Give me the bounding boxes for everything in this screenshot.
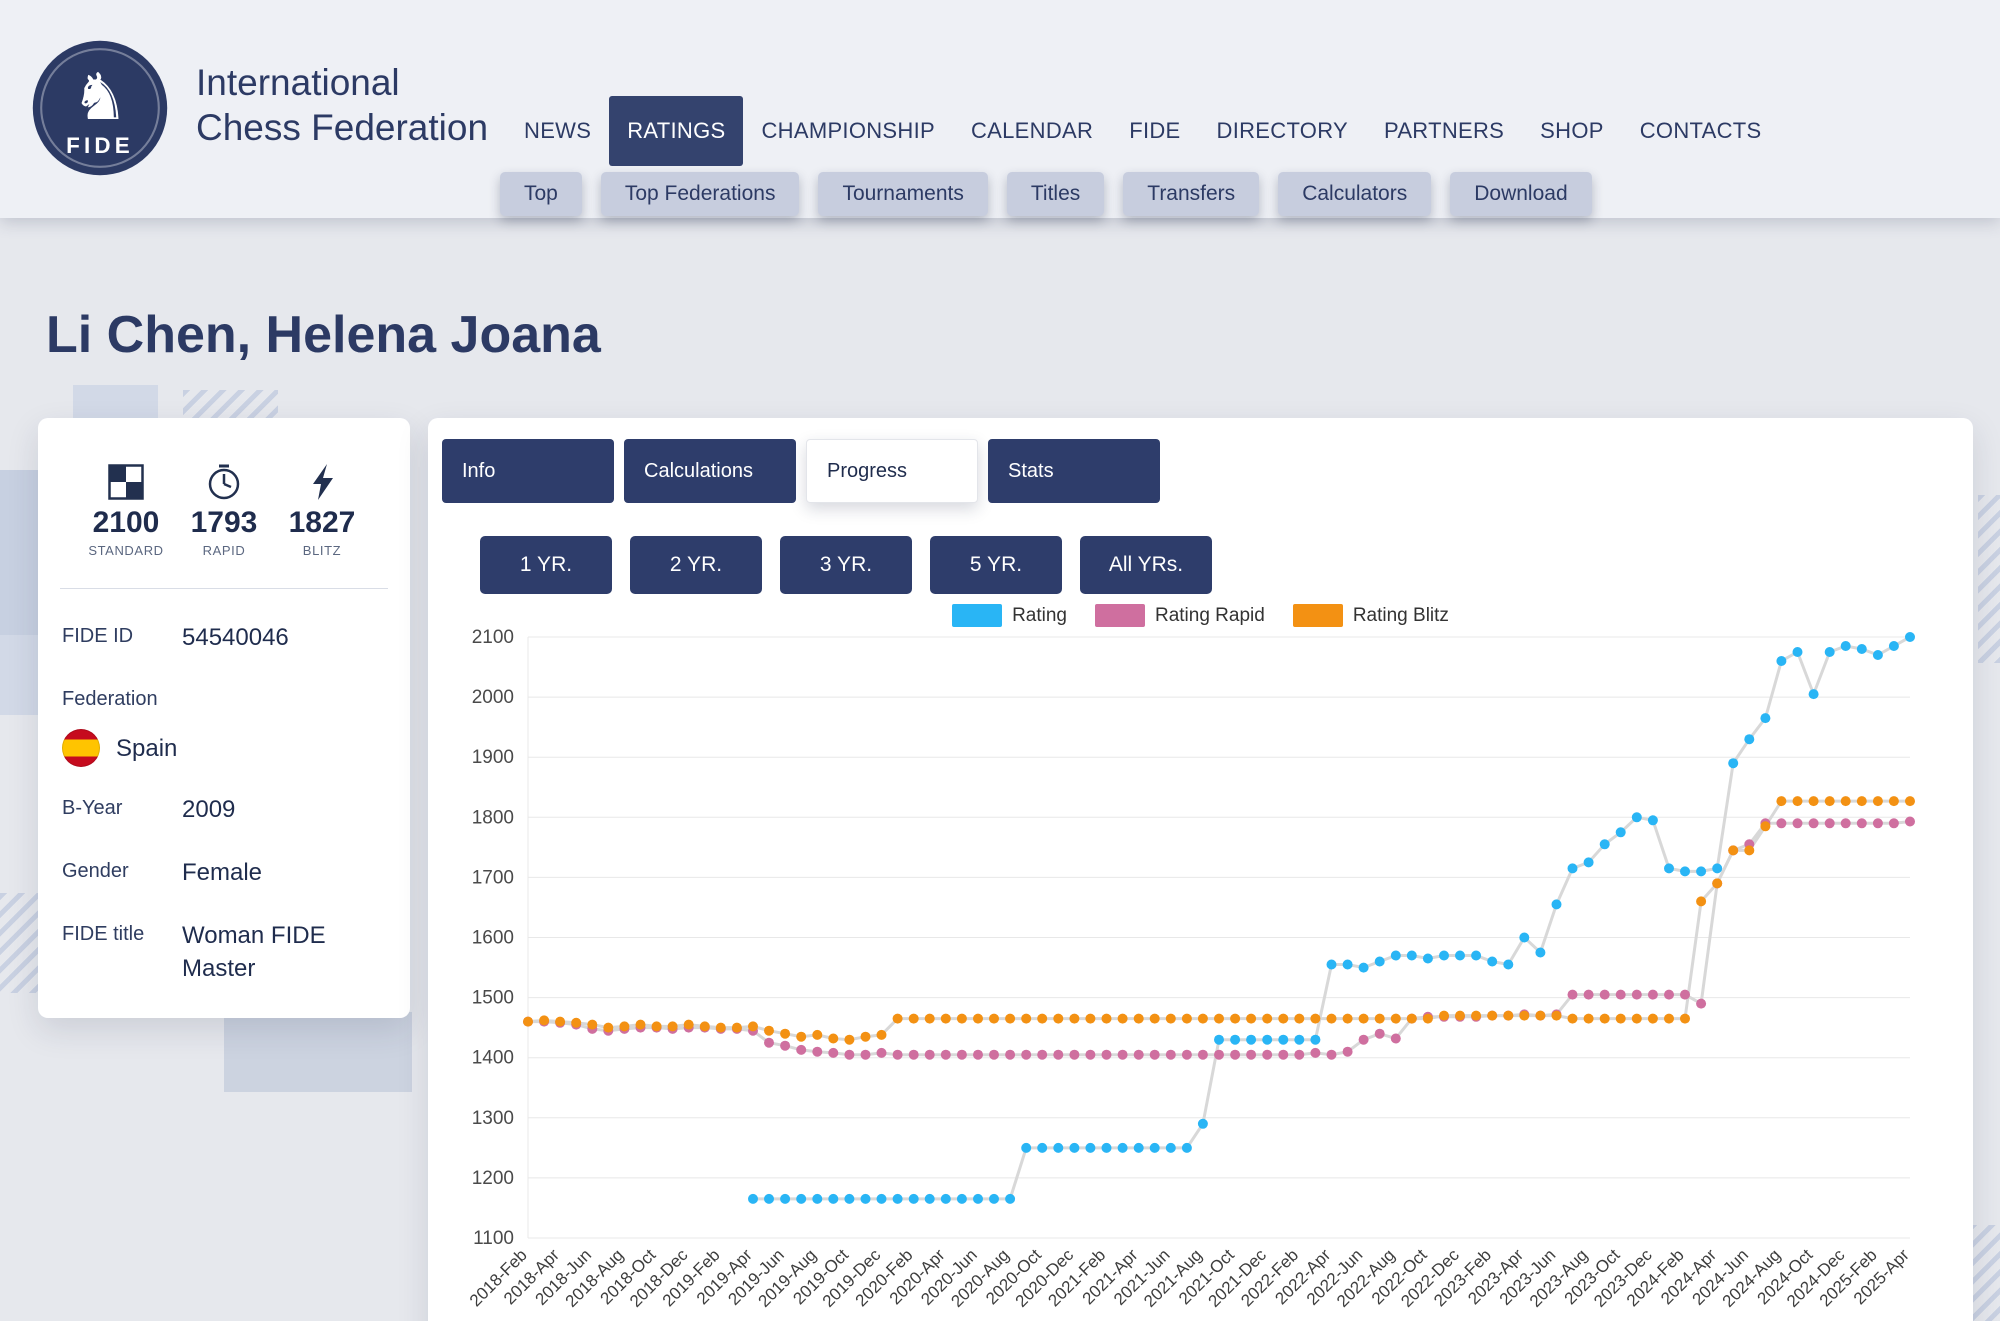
svg-text:2000: 2000 <box>472 687 514 708</box>
svg-text:1300: 1300 <box>472 1108 514 1129</box>
ratings-summary: 2100 STANDARD 1793 RAPID 1827 B <box>38 418 410 558</box>
rating-progress-chart: 1100 1200 1300 1400 1500 1600 1700 1800 1900 2000… <box>438 613 1938 1321</box>
chart-range-buttons: 1 YR. 2 YR. 3 YR. 5 YR. All YRs. <box>480 536 1212 594</box>
subnav-tournaments[interactable]: Tournaments <box>818 172 987 216</box>
blitz-rating-label: BLITZ <box>276 543 368 558</box>
nav-item-shop[interactable]: SHOP <box>1522 96 1622 166</box>
gender-value: Female <box>182 856 262 889</box>
rating-blitz: 1827 BLITZ <box>276 462 368 558</box>
nav-item-contacts[interactable]: CONTACTS <box>1622 96 1780 166</box>
subnav-calculators[interactable]: Calculators <box>1278 172 1431 216</box>
subnav-top-federations[interactable]: Top Federations <box>601 172 800 216</box>
brand-name: International Chess Federation <box>196 60 488 150</box>
fide-title-label: FIDE title <box>62 919 182 985</box>
blitz-rating-value: 1827 <box>276 506 368 540</box>
field-fide-title: FIDE title Woman FIDE Master <box>62 919 386 985</box>
range-2yr-button[interactable]: 2 YR. <box>630 536 762 594</box>
field-fide-id: FIDE ID 54540046 <box>62 621 386 654</box>
knight-icon: ♞ <box>71 61 129 133</box>
nav-item-ratings[interactable]: RATINGS <box>609 96 743 166</box>
subnav-transfers[interactable]: Transfers <box>1123 172 1259 216</box>
rapid-rating-label: RAPID <box>178 543 270 558</box>
tab-calculations[interactable]: Calculations <box>624 439 796 503</box>
decor-square <box>224 1012 412 1092</box>
nav-item-fide[interactable]: FIDE <box>1111 96 1198 166</box>
fide-id-value: 54540046 <box>182 621 289 654</box>
subnav-titles[interactable]: Titles <box>1007 172 1104 216</box>
player-profile-card: 2100 STANDARD 1793 RAPID 1827 B <box>38 418 410 1018</box>
rating-rapid: 1793 RAPID <box>178 462 270 558</box>
page-title: Li Chen, Helena Joana <box>46 305 601 365</box>
tab-info[interactable]: Info <box>442 439 614 503</box>
field-gender: Gender Female <box>62 856 386 889</box>
federation-label: Federation <box>62 684 182 711</box>
nav-item-news[interactable]: NEWS <box>506 96 609 166</box>
gender-label: Gender <box>62 856 182 889</box>
chessboard-icon <box>80 462 172 502</box>
standard-rating-label: STANDARD <box>80 543 172 558</box>
subnav-top[interactable]: Top <box>500 172 582 216</box>
field-byear: B-Year 2009 <box>62 793 386 826</box>
field-federation: Federation Spain <box>62 684 386 767</box>
svg-text:1600: 1600 <box>472 928 514 949</box>
clock-icon <box>178 462 270 502</box>
standard-rating-value: 2100 <box>80 506 172 540</box>
federation-value: Spain <box>116 732 177 765</box>
lightning-icon <box>276 462 368 502</box>
subnav-download[interactable]: Download <box>1450 172 1591 216</box>
range-3yr-button[interactable]: 3 YR. <box>780 536 912 594</box>
spain-flag-icon <box>62 729 100 767</box>
range-1yr-button[interactable]: 1 YR. <box>480 536 612 594</box>
brand-line2: Chess Federation <box>196 105 488 150</box>
tab-stats[interactable]: Stats <box>988 439 1160 503</box>
nav-item-directory[interactable]: DIRECTORY <box>1199 96 1366 166</box>
decor-stripes <box>1978 495 2000 663</box>
fide-id-label: FIDE ID <box>62 621 182 654</box>
svg-text:1500: 1500 <box>472 988 514 1009</box>
rating-standard: 2100 STANDARD <box>80 462 172 558</box>
svg-text:1800: 1800 <box>472 807 514 828</box>
rapid-rating-value: 1793 <box>178 506 270 540</box>
ratings-subnav: Top Top Federations Tournaments Titles T… <box>500 172 1592 216</box>
range-allyrs-button[interactable]: All YRs. <box>1080 536 1212 594</box>
byear-value: 2009 <box>182 793 235 826</box>
svg-text:1700: 1700 <box>472 867 514 888</box>
nav-item-calendar[interactable]: CALENDAR <box>953 96 1111 166</box>
nav-item-partners[interactable]: PARTNERS <box>1366 96 1522 166</box>
header: ♞ FIDE International Chess Federation NE… <box>0 0 2000 218</box>
svg-text:1200: 1200 <box>472 1168 514 1189</box>
profile-tabs: Info Calculations Progress Stats <box>442 439 1160 503</box>
svg-text:2100: 2100 <box>472 627 514 648</box>
svg-text:1900: 1900 <box>472 747 514 768</box>
fide-logo[interactable]: ♞ FIDE <box>30 38 170 178</box>
nav-item-championship[interactable]: CHAMPIONSHIP <box>743 96 953 166</box>
main-nav: NEWS RATINGS CHAMPIONSHIP CALENDAR FIDE … <box>506 96 1780 166</box>
range-5yr-button[interactable]: 5 YR. <box>930 536 1062 594</box>
svg-text:1400: 1400 <box>472 1048 514 1069</box>
profile-fields: FIDE ID 54540046 Federation Spain B-Year… <box>38 589 410 985</box>
brand-line1: International <box>196 60 488 105</box>
fide-title-value: Woman FIDE Master <box>182 919 386 985</box>
svg-text:1100: 1100 <box>473 1228 514 1249</box>
tab-progress[interactable]: Progress <box>806 439 978 503</box>
byear-label: B-Year <box>62 793 182 826</box>
svg-text:FIDE: FIDE <box>66 133 134 158</box>
rating-progress-card: Info Calculations Progress Stats 1 YR. 2… <box>428 418 1973 1321</box>
